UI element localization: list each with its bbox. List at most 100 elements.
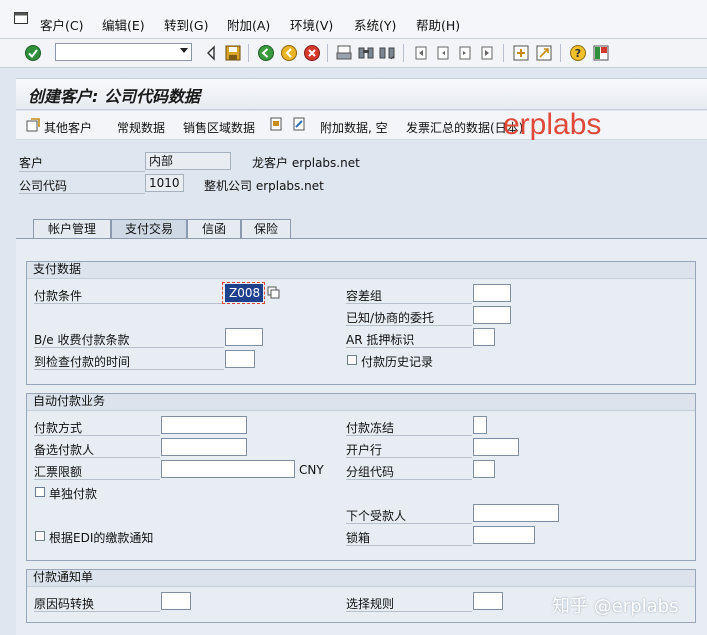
selection-rule-field[interactable] [473, 592, 503, 610]
exchange-limit-field[interactable] [161, 460, 295, 478]
next-payee-field[interactable] [473, 504, 559, 522]
menu-goto[interactable]: 转到(G) [164, 15, 208, 34]
house-bank-field[interactable] [473, 438, 519, 456]
check-time-label: 到检查付款的时间 [34, 355, 131, 369]
label-underline [34, 479, 160, 480]
payment-block-label: 付款冻结 [346, 421, 395, 435]
known-negotiated-leave-field[interactable] [473, 306, 511, 324]
tolerance-group-label: 容差组 [346, 289, 383, 303]
menu-extras[interactable]: 附加(A) [227, 15, 270, 34]
next-page-icon[interactable] [456, 44, 474, 62]
selection-rule-label: 选择规则 [346, 597, 395, 611]
tab-payment-transactions[interactable]: 支付交易 [111, 219, 187, 238]
group-title: 自动付款业务 [27, 394, 695, 411]
menu-system[interactable]: 系统(Y) [354, 15, 396, 34]
check-time-field[interactable] [225, 350, 255, 368]
company-description: 整机公司 erplabs.net [204, 179, 324, 193]
menu-edit[interactable]: 编辑(E) [102, 15, 145, 34]
customer-field[interactable]: 内部 [145, 152, 231, 170]
new-session-icon[interactable] [512, 44, 530, 62]
enter-check-icon[interactable] [24, 44, 42, 62]
additional-data-button[interactable]: 附加数据, 空 [320, 119, 388, 136]
exit-icon[interactable] [280, 44, 298, 62]
label-underline [19, 171, 145, 172]
previous-page-icon[interactable] [434, 44, 452, 62]
company-code-field[interactable]: 1010 [145, 174, 184, 192]
tab-correspondence[interactable]: 信函 [187, 219, 241, 238]
general-data-button[interactable]: 常规数据 [117, 119, 165, 136]
payment-methods-label: 付款方式 [34, 421, 83, 435]
company-code-label: 公司代码 [19, 179, 68, 193]
ar-pledging-field[interactable] [473, 328, 495, 346]
edi-advice-checkbox[interactable] [35, 531, 45, 541]
chevron-down-icon[interactable] [180, 48, 188, 53]
payment-history-checkbox[interactable] [347, 355, 357, 365]
cancel-icon[interactable] [303, 44, 321, 62]
last-page-icon[interactable] [478, 44, 496, 62]
known-negotiated-leave-label: 已知/协商的委托 [346, 311, 435, 325]
toolbar-separator [403, 44, 404, 62]
standard-toolbar: ? [0, 39, 707, 68]
back-arrow-icon[interactable] [203, 44, 221, 62]
other-customer-icon[interactable] [26, 118, 40, 132]
toolbar-separator [327, 44, 328, 62]
reason-code-conversion-field[interactable] [161, 592, 191, 610]
payment-block-field[interactable] [473, 416, 487, 434]
group-title: 支付数据 [27, 262, 695, 279]
alternative-payer-label: 备选付款人 [34, 443, 95, 457]
label-underline [346, 479, 472, 480]
search-help-icon[interactable] [267, 286, 280, 299]
alternative-payer-field[interactable] [161, 438, 247, 456]
group-title: 付款通知单 [27, 570, 695, 587]
tab-insurance[interactable]: 保险 [241, 219, 291, 238]
page-title: 创建客户: 公司代码数据 [28, 87, 200, 106]
tolerance-group-field[interactable] [473, 284, 511, 302]
label-underline [34, 435, 160, 436]
first-page-icon[interactable] [412, 44, 430, 62]
other-customer-button[interactable]: 其他客户 [44, 119, 92, 136]
command-field[interactable] [55, 43, 192, 61]
label-underline [346, 523, 472, 524]
payment-methods-field[interactable] [161, 416, 247, 434]
customer-description: 龙客户 erplabs.net [252, 156, 360, 170]
be-charges-terms-field[interactable] [225, 328, 263, 346]
tab-account-management[interactable]: 帐户管理 [33, 219, 111, 238]
payment-history-label: 付款历史记录 [361, 355, 434, 369]
ar-pledging-label: AR 抵押标识 [346, 333, 415, 347]
document-edit-icon[interactable] [292, 117, 306, 131]
title-bar: 创建客户: 公司代码数据 [16, 78, 707, 110]
document-icon[interactable] [269, 117, 283, 131]
sales-area-data-button[interactable]: 销售区域数据 [183, 119, 255, 136]
single-payment-checkbox[interactable] [35, 487, 45, 497]
menu-customer[interactable]: 客户(C) [40, 15, 83, 34]
label-underline [346, 545, 472, 546]
back-icon[interactable] [257, 44, 275, 62]
grouping-key-label: 分组代码 [346, 465, 395, 479]
toolbar-separator [503, 44, 504, 62]
find-next-icon[interactable] [378, 44, 396, 62]
menu-help[interactable]: 帮助(H) [416, 15, 460, 34]
save-icon[interactable] [224, 44, 242, 62]
menu-environment[interactable]: 环境(V) [290, 15, 333, 34]
house-bank-label: 开户行 [346, 443, 383, 457]
label-underline [346, 611, 472, 612]
lockbox-field[interactable] [473, 526, 535, 544]
find-icon[interactable] [357, 44, 375, 62]
next-payee-label: 下个受款人 [346, 509, 407, 523]
toolbar-separator [560, 44, 561, 62]
currency-label: CNY [299, 463, 324, 477]
customize-layout-icon[interactable] [592, 44, 610, 62]
zhihu-watermark: 知乎 @erplabs [552, 596, 679, 617]
label-underline [19, 193, 145, 194]
label-underline [34, 347, 224, 348]
payment-terms-field[interactable]: Z008 [225, 284, 263, 302]
label-underline [34, 457, 160, 458]
grouping-key-field[interactable] [473, 460, 495, 478]
help-icon[interactable]: ? [569, 44, 587, 62]
brand-watermark: erplabs [503, 108, 602, 141]
print-icon[interactable] [335, 44, 353, 62]
shortcut-icon[interactable] [535, 44, 553, 62]
label-underline [34, 611, 160, 612]
application-toolbar: 其他客户 常规数据 销售区域数据 附加数据, 空 发票汇总的数据(日本) [16, 111, 707, 140]
system-menu-icon[interactable] [14, 12, 28, 24]
